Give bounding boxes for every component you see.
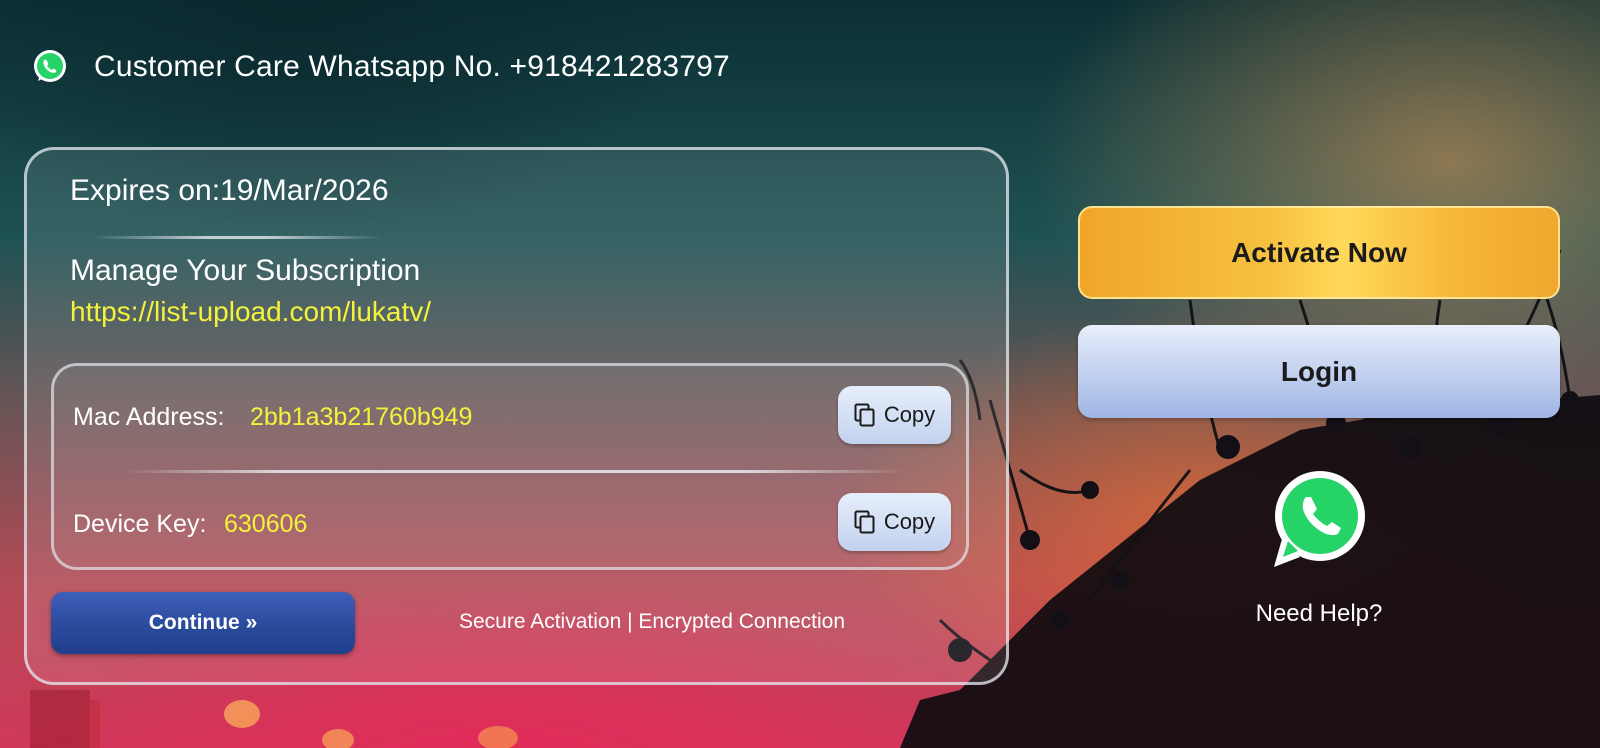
device-info-box: Mac Address: 2bb1a3b21760b949 Copy Devic… bbox=[51, 363, 969, 570]
copy-mac-button[interactable]: Copy bbox=[838, 386, 951, 444]
subscription-card: Expires on:19/Mar/2026 Manage Your Subsc… bbox=[24, 147, 1009, 685]
device-key-label: Device Key: bbox=[73, 510, 207, 538]
customer-care-text: Customer Care Whatsapp No. +918421283797 bbox=[94, 50, 730, 83]
copy-label: Copy bbox=[883, 402, 936, 427]
login-button[interactable]: Login bbox=[1078, 325, 1560, 418]
activate-now-button[interactable]: Activate Now bbox=[1078, 206, 1560, 299]
whatsapp-icon bbox=[34, 50, 66, 82]
activation-screen: Customer Care Whatsapp No. +918421283797… bbox=[0, 0, 1600, 748]
whatsapp-icon[interactable] bbox=[1270, 469, 1368, 569]
copy-label: Copy bbox=[883, 509, 936, 534]
mac-address-label: Mac Address: bbox=[73, 403, 225, 431]
need-help-label[interactable]: Need Help? bbox=[1224, 600, 1414, 628]
divider bbox=[92, 236, 382, 239]
expiry-date: Expires on:19/Mar/2026 bbox=[70, 174, 389, 207]
divider bbox=[124, 470, 904, 473]
customer-care-header[interactable]: Customer Care Whatsapp No. +918421283797 bbox=[30, 45, 730, 89]
device-key-value: 630606 bbox=[224, 510, 308, 538]
manage-subscription-title: Manage Your Subscription bbox=[70, 254, 421, 287]
manage-subscription-link[interactable]: https://list-upload.com/lukatv/ bbox=[70, 296, 431, 328]
mac-address-value: 2bb1a3b21760b949 bbox=[250, 403, 473, 431]
continue-button[interactable]: Continue » bbox=[51, 592, 355, 654]
secure-connection-text: Secure Activation | Encrypted Connection bbox=[459, 610, 846, 633]
copy-device-key-button[interactable]: Copy bbox=[838, 493, 951, 551]
copy-icon bbox=[854, 403, 875, 427]
copy-icon bbox=[854, 510, 875, 534]
